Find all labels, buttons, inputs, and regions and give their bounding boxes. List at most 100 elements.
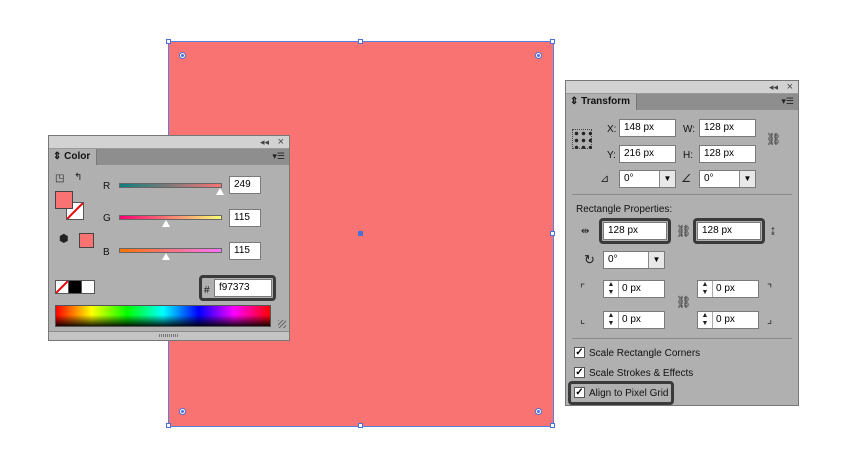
close-icon[interactable]: × [278, 136, 284, 148]
panel-titlebar[interactable]: ◂◂ × [49, 136, 289, 149]
tab-arrows-icon: ⇕ [570, 96, 579, 107]
checkbox-scale-corners[interactable]: ✓ [574, 347, 585, 358]
highlight-rect-height [693, 218, 765, 244]
tab-arrows-icon: ⇕ [53, 151, 62, 162]
rect-rotate-dropdown[interactable]: 0° ▼ [603, 251, 665, 269]
black-swatch[interactable] [68, 280, 82, 294]
slider-g-label: G [103, 213, 111, 224]
handle-middle-right[interactable] [550, 231, 555, 236]
stepper-icon[interactable]: ▲ ▼ [698, 312, 713, 328]
fill-swatch[interactable] [55, 191, 73, 209]
corner-br-input[interactable]: ▲ ▼ 0 px [697, 311, 759, 329]
height-arrows-icon: ↨ [770, 223, 776, 237]
rect-rotate-value: 0° [608, 254, 618, 265]
corner-type-bl-icon[interactable]: ⌞ [580, 315, 585, 326]
corner-tr-value: 0 px [716, 283, 735, 294]
w-input[interactable]: 128 px [699, 119, 756, 137]
width-arrows-icon: ⇹ [581, 226, 590, 237]
panel-bottom-grip[interactable] [49, 331, 289, 340]
handle-top-right[interactable] [550, 39, 555, 44]
rotate-value: 0° [624, 173, 634, 184]
rect-constrain-link-icon[interactable]: ⛓ [676, 225, 691, 237]
handle-bottom-center[interactable] [358, 423, 363, 428]
divider [572, 338, 792, 339]
x-label: X: [607, 124, 617, 135]
h-label: H: [683, 150, 693, 161]
corner-tr-input[interactable]: ▲ ▼ 0 px [697, 280, 759, 298]
corner-type-tl-icon[interactable]: ⌜ [580, 284, 585, 295]
handle-bottom-right[interactable] [550, 423, 555, 428]
stepper-icon[interactable]: ▲ ▼ [604, 312, 619, 328]
white-swatch[interactable] [81, 280, 95, 294]
shear-dropdown[interactable]: 0° ▼ [699, 170, 756, 188]
divider [572, 194, 792, 195]
x-input[interactable]: 148 px [619, 119, 676, 137]
corner-bl-value: 0 px [622, 314, 641, 325]
rect-props-title: Rectangle Properties: [576, 204, 673, 215]
chevron-down-icon[interactable]: ▼ [739, 171, 755, 187]
slider-b-value[interactable]: 115 [229, 242, 261, 260]
panel-menu-icon[interactable]: ▾☰ [272, 151, 285, 162]
shear-icon: ∠ [681, 173, 691, 185]
transform-panel: ◂◂ × ⇕ Transform ▾☰ X: 148 px Y: 216 px … [565, 80, 799, 406]
slider-r-thumb[interactable] [216, 188, 224, 195]
tab-color[interactable]: ⇕ Color [49, 149, 98, 165]
default-colors-icon[interactable]: ◳ [55, 173, 64, 184]
y-label: Y: [607, 150, 616, 161]
collapse-icon[interactable]: ◂◂ [260, 136, 269, 148]
out-of-gamut-swatch[interactable] [79, 233, 94, 248]
highlight-align-pixel-grid [568, 381, 674, 405]
corner-widget-top-right[interactable] [535, 52, 542, 59]
slider-g-value[interactable]: 115 [229, 209, 261, 227]
slider-r-value[interactable]: 249 [229, 176, 261, 194]
stepper-icon[interactable]: ▲ ▼ [604, 281, 619, 297]
y-input[interactable]: 216 px [619, 145, 676, 163]
none-slash-icon [56, 281, 68, 293]
cube-icon: ⬢ [59, 233, 69, 245]
corner-widget-bottom-left[interactable] [179, 408, 186, 415]
chevron-down-icon[interactable]: ▼ [648, 252, 664, 268]
slider-g-thumb[interactable] [162, 220, 170, 227]
stepper-icon[interactable]: ▲ ▼ [698, 281, 713, 297]
reference-point-icon[interactable] [572, 129, 592, 149]
constrain-link-icon[interactable]: ⛓ [766, 133, 781, 145]
corner-type-tr-icon[interactable]: ⌝ [767, 284, 772, 295]
color-spectrum[interactable] [55, 305, 271, 327]
highlight-rect-width [599, 218, 671, 244]
slider-b-thumb[interactable] [162, 253, 170, 260]
scale-corners-label: Scale Rectangle Corners [589, 348, 701, 359]
color-panel: ◂◂ × ⇕ Color ▾☰ ◳ ↰ ⬢ R 249 G 115 B 115 … [48, 135, 290, 341]
corner-link-icon[interactable]: ⛓ [676, 296, 691, 308]
rotate-angle-icon: ⊿ [600, 173, 610, 185]
panel-menu-icon[interactable]: ▾☰ [781, 96, 794, 107]
corner-tl-value: 0 px [622, 283, 641, 294]
chevron-down-icon[interactable]: ▼ [659, 171, 675, 187]
scale-strokes-label: Scale Strokes & Effects [589, 368, 694, 379]
checkbox-scale-strokes[interactable]: ✓ [574, 367, 585, 378]
tab-color-label: Color [64, 151, 91, 162]
handle-top-left[interactable] [166, 39, 171, 44]
swap-colors-icon[interactable]: ↰ [74, 172, 82, 183]
rotate-dropdown[interactable]: 0° ▼ [619, 170, 676, 188]
handle-bottom-left[interactable] [166, 423, 171, 428]
handle-top-center[interactable] [358, 39, 363, 44]
corner-bl-input[interactable]: ▲ ▼ 0 px [603, 311, 665, 329]
corner-widget-top-left[interactable] [179, 52, 186, 59]
corner-type-br-icon[interactable]: ⌟ [767, 315, 772, 326]
resize-grip-icon[interactable] [278, 320, 286, 328]
h-input[interactable]: 128 px [699, 145, 756, 163]
panel-titlebar[interactable]: ◂◂ × [566, 81, 798, 94]
corner-widget-bottom-right[interactable] [535, 408, 542, 415]
slider-g-track[interactable] [119, 215, 222, 220]
corner-tl-input[interactable]: ▲ ▼ 0 px [603, 280, 665, 298]
slider-b-track[interactable] [119, 248, 222, 253]
grip-dots-icon [159, 334, 179, 337]
none-swatch[interactable] [55, 280, 69, 294]
highlight-hex [199, 275, 276, 301]
tab-transform[interactable]: ⇕ Transform [566, 94, 638, 110]
collapse-icon[interactable]: ◂◂ [769, 81, 778, 93]
close-icon[interactable]: × [787, 81, 793, 93]
slider-r-track[interactable] [119, 183, 222, 188]
w-label: W: [683, 124, 696, 135]
shear-value: 0° [704, 173, 714, 184]
